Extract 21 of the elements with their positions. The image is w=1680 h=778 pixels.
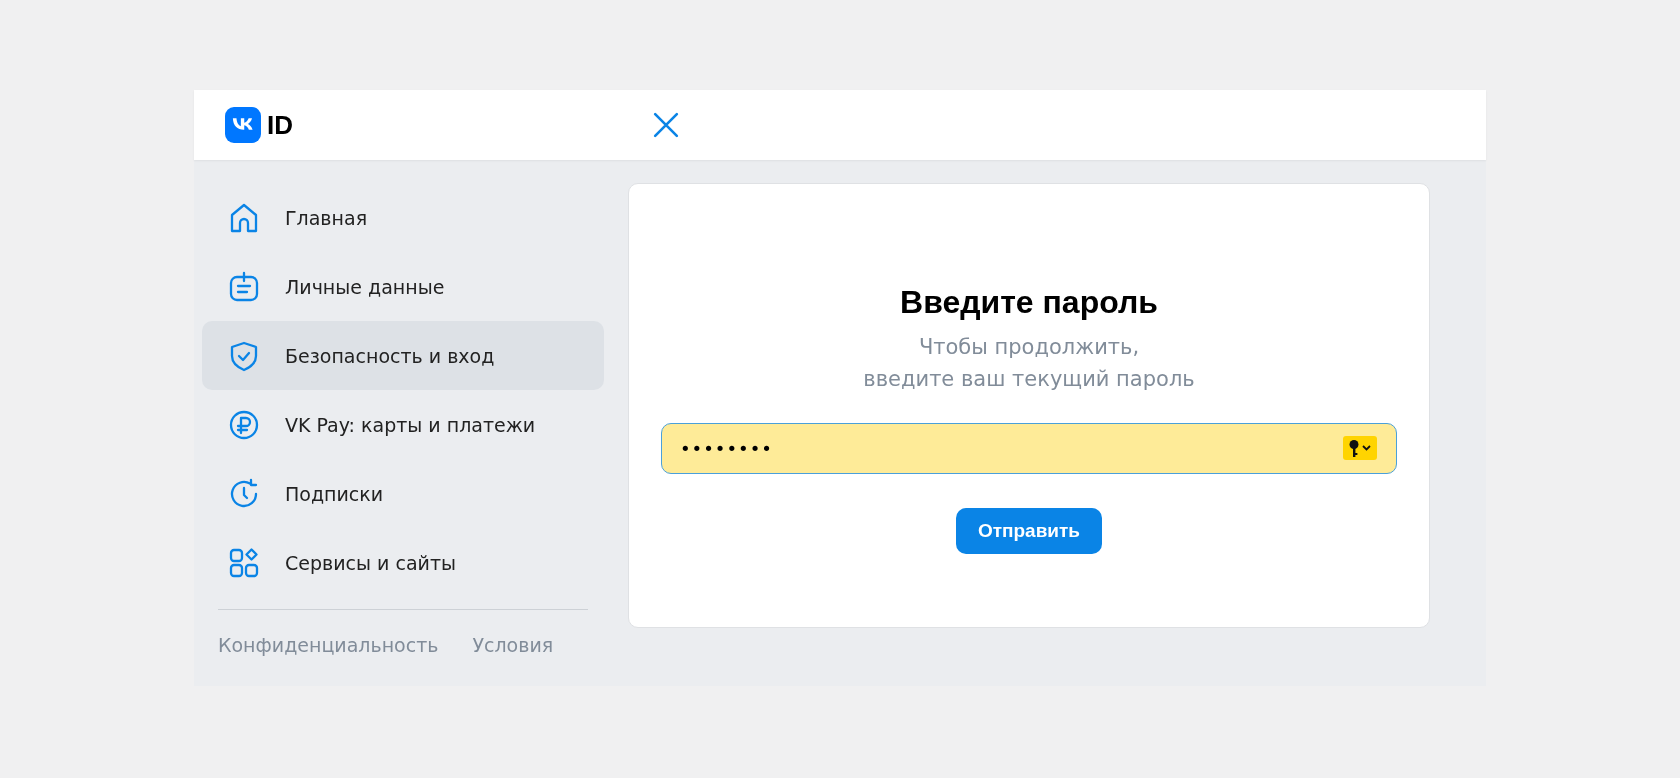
shield-check-icon (228, 339, 260, 372)
sidebar-item[interactable]: Сервисы и сайты (202, 528, 604, 597)
sidebar-item[interactable]: Подписки (202, 459, 604, 528)
ruble-icon (228, 408, 260, 441)
logo-icon (225, 107, 261, 143)
close-icon[interactable] (653, 112, 679, 138)
submit-button[interactable]: Отправить (956, 508, 1102, 554)
dialog-subtitle: введите ваш текущий пароль (863, 366, 1195, 393)
logo-text: ID (267, 109, 293, 141)
sidebar-item[interactable]: Личные данные (202, 252, 604, 321)
dialog-subtitle: Чтобы продолжить, (918, 334, 1140, 361)
home-icon (228, 201, 260, 234)
sidebar-item[interactable]: Главная (202, 183, 604, 252)
clock-arrow-icon (228, 477, 260, 510)
sidebar-item[interactable]: VK Pay: карты и платежи (202, 390, 604, 459)
id-card-icon (228, 270, 260, 303)
dialog-title: Введите пароль (900, 284, 1158, 321)
sidebar-item[interactable]: Безопасность и вход (202, 321, 604, 390)
key-dropdown-icon[interactable] (1343, 436, 1377, 460)
apps-grid-icon (228, 546, 260, 579)
password-field[interactable]: •••••••• (661, 423, 1397, 474)
